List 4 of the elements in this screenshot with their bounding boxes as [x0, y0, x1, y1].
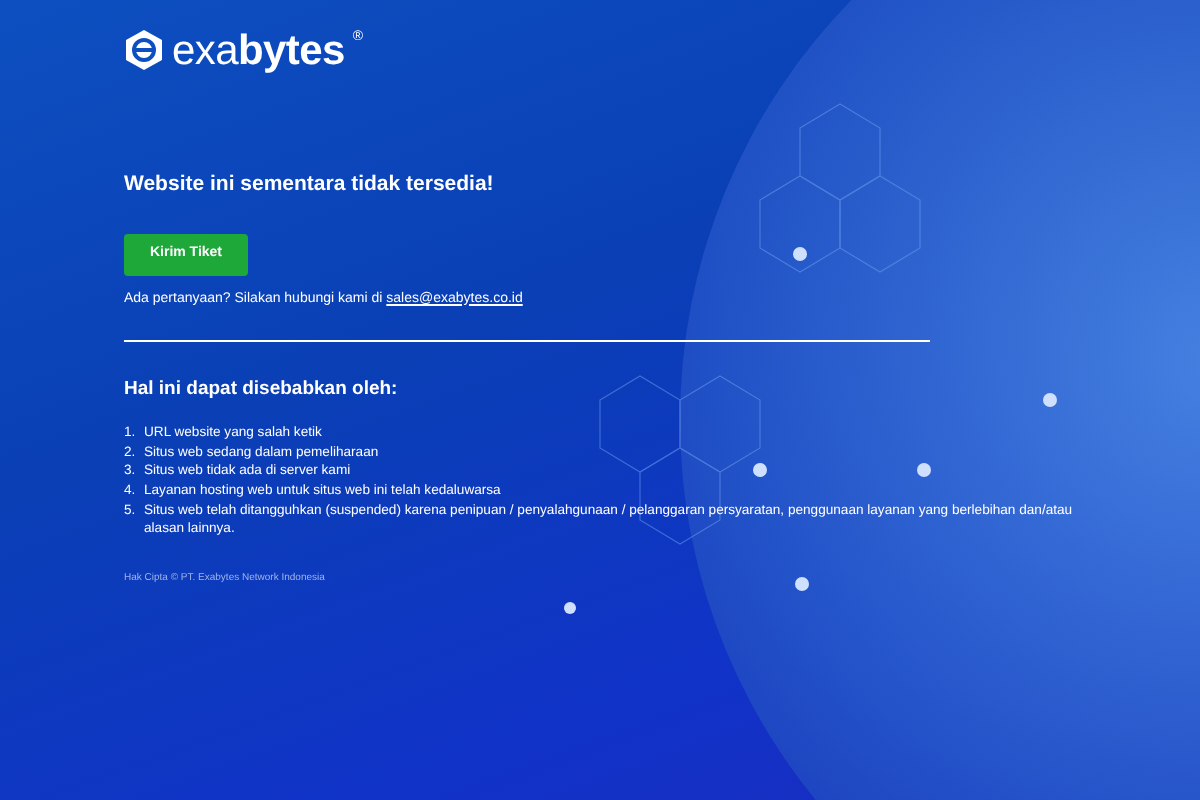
hexagon-logo-icon [124, 28, 164, 72]
page-title: Website ini sementara tidak tersedia! [124, 170, 496, 200]
section-heading: Hal ini dapat disebabkan oleh: [124, 376, 400, 404]
brand-logo-text: exabytes [172, 29, 345, 71]
